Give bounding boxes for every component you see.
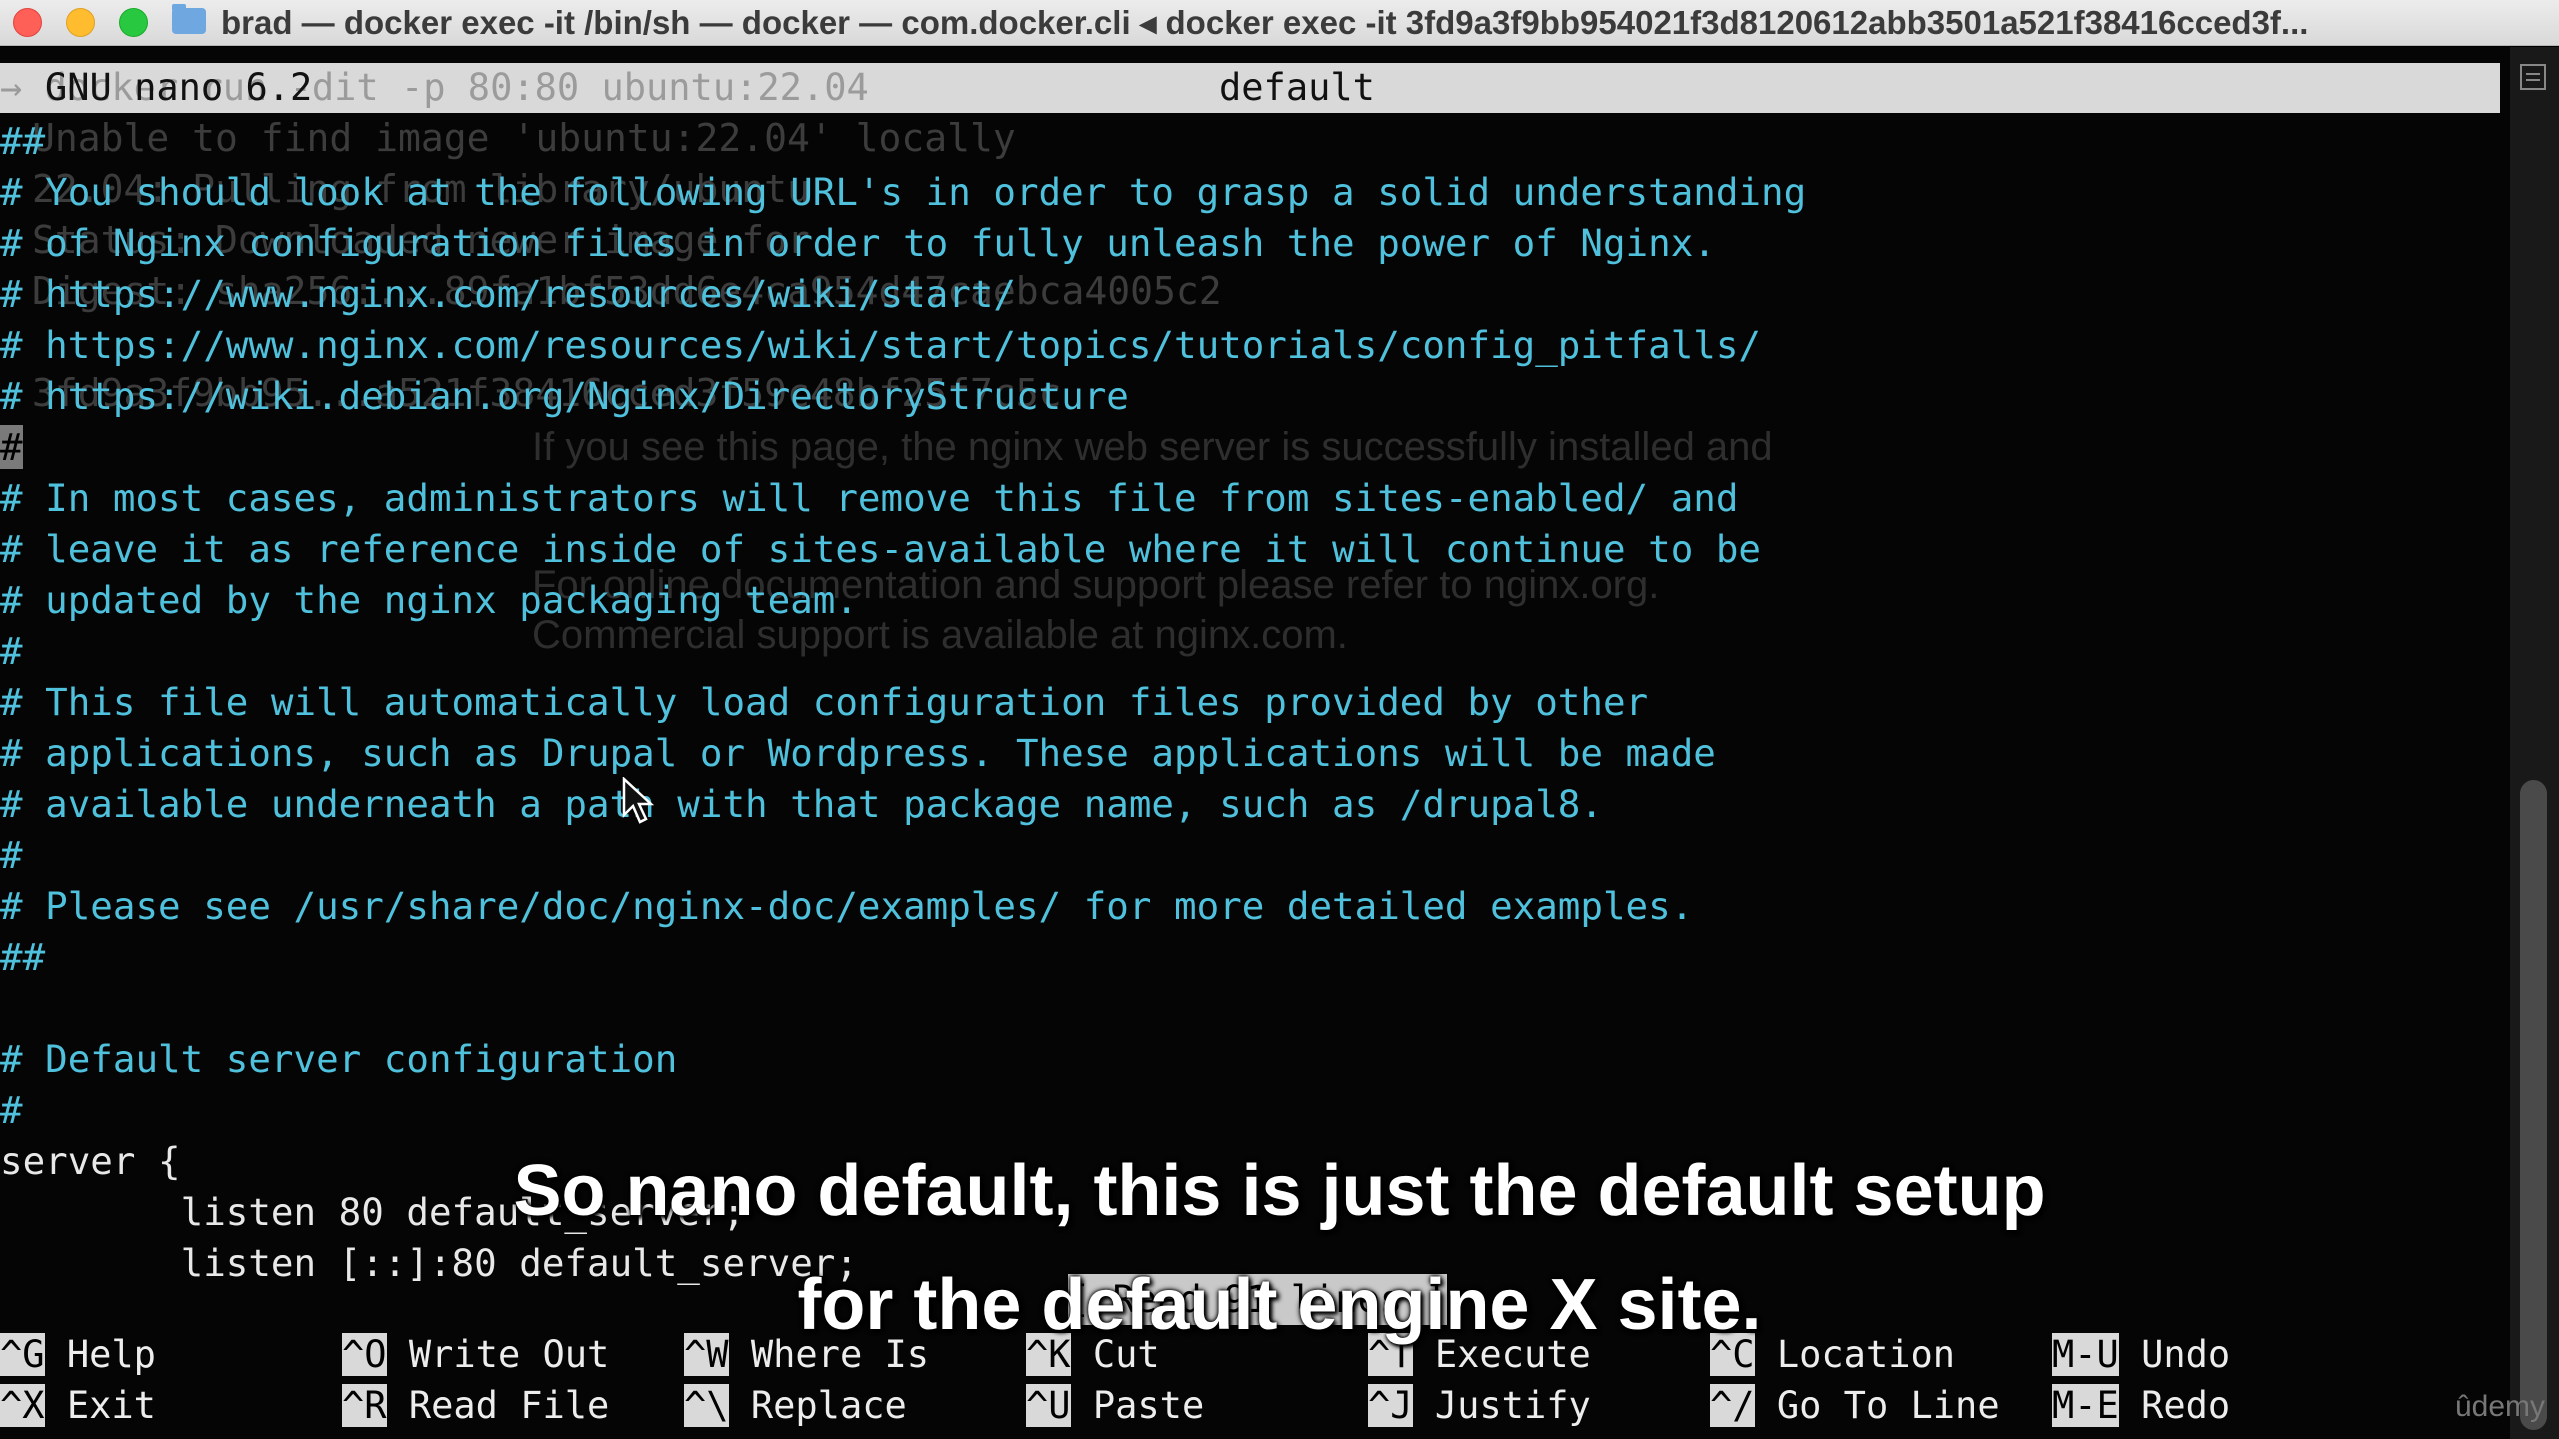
subtitle-line-2: for the default engine X site. (797, 1265, 1762, 1345)
editor-line: # In most cases, administrators will rem… (0, 476, 1739, 520)
shortcut-label: Go To Line (1776, 1384, 2000, 1427)
window-title: brad — docker exec -it /bin/sh — docker … (221, 4, 2309, 41)
file-name: default (1219, 66, 1375, 109)
shortcut-label: Replace (750, 1384, 907, 1427)
editor-line: # (0, 629, 23, 673)
shortcut-key: ^J (1368, 1384, 1413, 1427)
editor-line: # applications, such as Drupal or Wordpr… (0, 731, 1716, 775)
editor-line: # of Nginx configuration files in order … (0, 221, 1716, 265)
shortcut-key: ^X (0, 1384, 45, 1427)
editor-line: # available underneath a path with that … (0, 782, 1603, 826)
text-cursor: # (0, 425, 23, 469)
ghost-text: If you see this page, the nginx web serv… (532, 425, 1773, 469)
shortcut-replace[interactable]: ^\ Replace (684, 1380, 907, 1431)
shortcut-justify[interactable]: ^J Justify (1368, 1380, 1591, 1431)
close-window-button[interactable] (13, 8, 42, 37)
folder-icon (172, 4, 206, 34)
shortcut-read-file[interactable]: ^R Read File (342, 1380, 609, 1431)
editor-line: # leave it as reference inside of sites-… (0, 527, 1761, 571)
editor-line: # https://www.nginx.com/resources/wiki/s… (0, 272, 1016, 316)
shortcut-key: ^\ (684, 1384, 729, 1427)
shortcut-label: Justify (1434, 1384, 1591, 1427)
scrollbar-menu-icon[interactable] (2520, 64, 2546, 90)
shortcut-key: M-E (2052, 1384, 2119, 1427)
shortcut-label: Redo (2141, 1384, 2231, 1427)
shortcut-paste[interactable]: ^U Paste (1026, 1380, 1204, 1431)
editor-line: # (0, 1088, 23, 1132)
zoom-window-button[interactable] (119, 8, 148, 37)
editor-line: # Please see /usr/share/doc/nginx-doc/ex… (0, 884, 1694, 928)
shortcut-key: ^U (1026, 1384, 1071, 1427)
editor-line: ## (0, 119, 46, 163)
shortcut-exit[interactable]: ^X Exit (0, 1380, 156, 1431)
editor-line: # This file will automatically load conf… (0, 680, 1649, 724)
editor-line: # Default server configuration (0, 1037, 678, 1081)
ghost-text: Unable to find image 'ubuntu:22.04' loca… (32, 116, 1016, 160)
nano-title-bar: → docker run -dit -p 80:80 ubuntu:22.04 … (0, 63, 2500, 113)
editor-line: # https://www.nginx.com/resources/wiki/s… (0, 323, 1761, 367)
editor-line-cursor: # (0, 422, 23, 473)
minimize-window-button[interactable] (66, 8, 95, 37)
editor-line: # You should look at the following URL's… (0, 170, 1807, 214)
shortcut-label: Read File (408, 1384, 610, 1427)
editor-line: # updated by the nginx packaging team. (0, 578, 858, 622)
editor-line: # https://wiki.debian.org/Nginx/Director… (0, 374, 1129, 418)
shortcut-label: Exit (66, 1384, 156, 1427)
shortcut-go-to-line[interactable]: ^/ Go To Line (1710, 1380, 2000, 1431)
window-title-bar: brad — docker exec -it /bin/sh — docker … (0, 0, 2559, 46)
shortcut-key: ^/ (1710, 1384, 1755, 1427)
mouse-pointer-icon (622, 777, 654, 824)
udemy-watermark: ûdemy (2455, 1390, 2546, 1423)
editor-line: # (0, 833, 23, 877)
shortcut-label: Paste (1092, 1384, 1205, 1427)
editor-line: ## (0, 935, 46, 979)
nano-version: GNU nano 6.2 (45, 66, 313, 109)
shortcut-key: ^R (342, 1384, 387, 1427)
subtitle-line-1: So nano default, this is just the defaul… (513, 1151, 2046, 1231)
shortcut-redo[interactable]: M-E Redo (2052, 1380, 2230, 1431)
